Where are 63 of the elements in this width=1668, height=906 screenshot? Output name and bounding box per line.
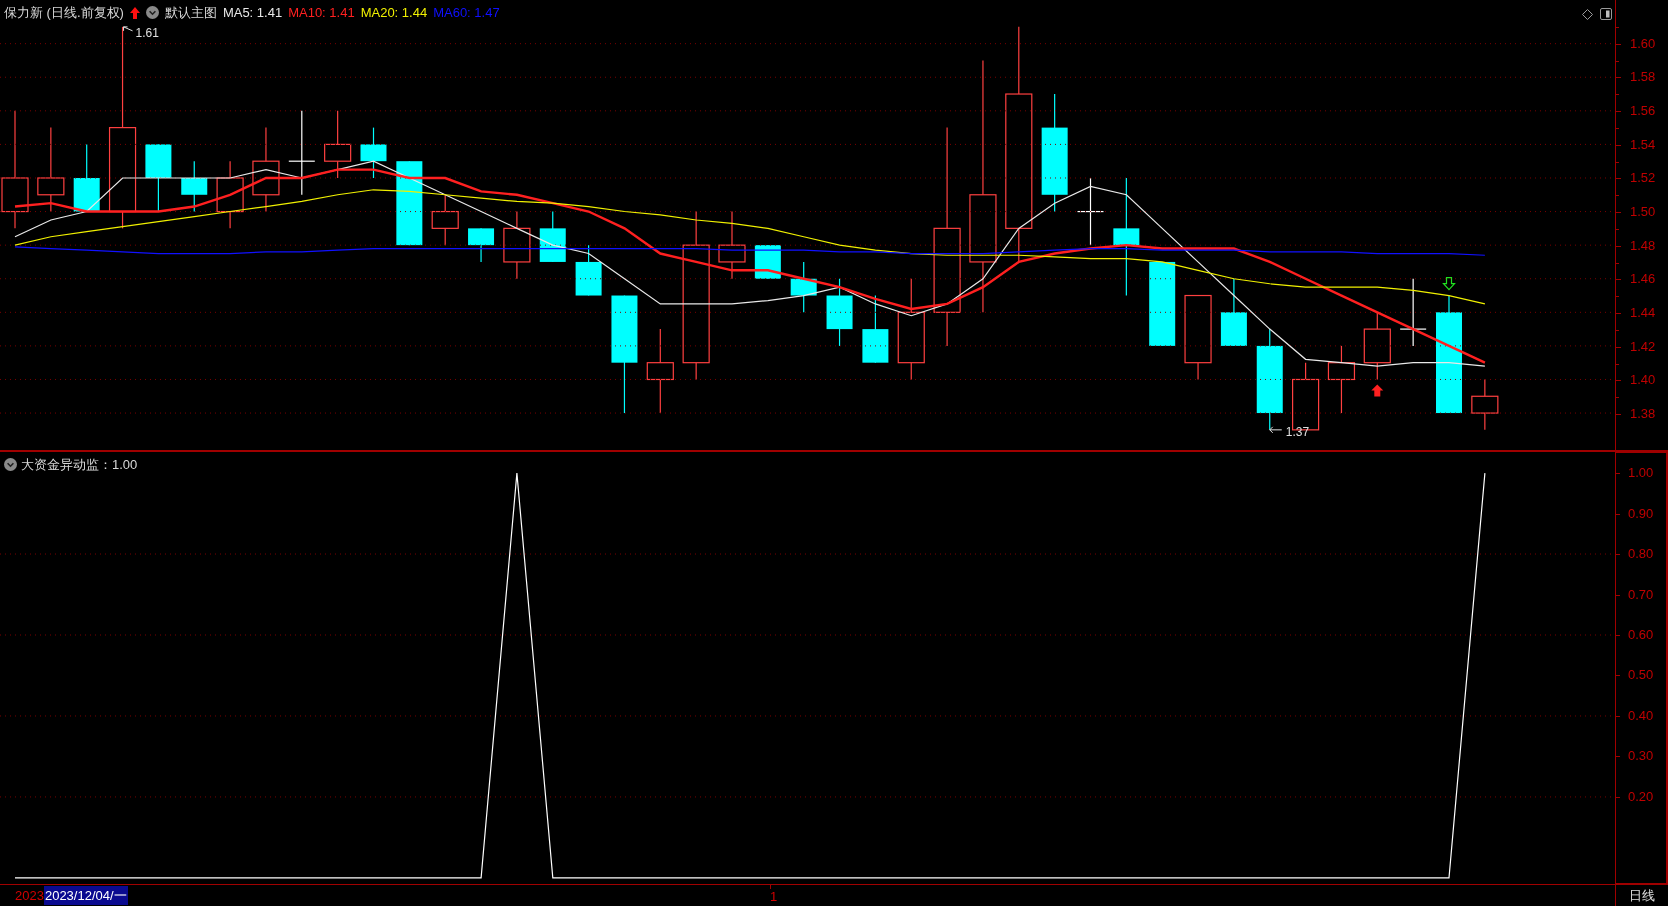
pointer-icon (1269, 426, 1283, 434)
legend-item: MA60: 1.47 (433, 4, 500, 22)
candlestick (145, 143, 172, 213)
axis-label: 0.90 (1628, 506, 1654, 520)
axis-label: 0.30 (1628, 749, 1654, 763)
candlestick (181, 160, 208, 213)
template-label[interactable]: 默认主图 (164, 3, 217, 23)
candlestick (1327, 345, 1356, 414)
axis-label: 1.38 (1630, 406, 1656, 420)
axis-label: 0.70 (1628, 587, 1654, 601)
up-arrow-icon (1371, 384, 1384, 397)
candlestick (790, 261, 817, 313)
candlestick (826, 278, 853, 347)
axis-label: 1.52 (1630, 171, 1656, 185)
legend-item: MA20: 1.44 (360, 4, 428, 22)
time-axis-label: 1 (770, 888, 778, 906)
candlestick (324, 110, 352, 179)
axis-label: 1.50 (1630, 205, 1656, 219)
axis-label: 0.20 (1628, 789, 1654, 803)
year-label: 2023 (15, 886, 44, 905)
indicator-title: 大资金异动监：1.00 (21, 456, 138, 474)
legend-item: MA10: 1.41 (288, 4, 355, 22)
collapse-icon[interactable] (4, 458, 17, 472)
axis-label: 0.40 (1628, 708, 1654, 722)
cursor-date: 2023/12/04/一 (43, 885, 128, 906)
pointer-icon (123, 26, 134, 32)
candlestick (718, 210, 746, 280)
candlestick (1220, 278, 1247, 347)
candlestick (1399, 278, 1427, 347)
candlestick (862, 294, 889, 364)
down-arrow-icon (1442, 276, 1456, 291)
candlestick (360, 127, 387, 179)
axis-label: 1.60 (1630, 36, 1656, 50)
diamond-icon[interactable] (1582, 9, 1593, 20)
price-annotation: 1.61 (135, 25, 159, 40)
axis-label: 1.44 (1630, 306, 1656, 319)
candlestick (468, 227, 495, 263)
axis-label: 1.42 (1630, 339, 1656, 353)
candlestick (73, 143, 100, 213)
axis-label: 1.40 (1630, 373, 1656, 387)
collapse-icon[interactable] (145, 6, 159, 20)
candlestick (216, 160, 244, 229)
axis-label: 1.54 (1630, 137, 1656, 151)
candlestick (1076, 177, 1105, 246)
axis-label: 0.50 (1628, 668, 1654, 682)
axis-label: 1.58 (1630, 70, 1656, 84)
candlestick (431, 194, 459, 246)
candlestick (575, 244, 602, 297)
candlestick (1363, 311, 1391, 381)
up-arrow-icon (129, 6, 140, 19)
axis-label: 1.00 (1628, 466, 1654, 480)
candlestick (539, 210, 566, 263)
axis-label: 1.56 (1630, 104, 1656, 118)
axis-label: 0.60 (1628, 628, 1654, 641)
period-label[interactable]: 日线 (1629, 885, 1655, 906)
axis-label: 0.80 (1628, 547, 1654, 560)
chart-title: 保力新 (日线.前复权) (4, 4, 124, 22)
candlestick (1471, 378, 1499, 431)
candlestick (503, 210, 531, 280)
legend-item: MA5: 1.41 (222, 4, 283, 22)
panel-icon[interactable] (1600, 8, 1612, 20)
axis-label: 1.46 (1630, 272, 1656, 286)
axis-label: 1.48 (1630, 238, 1656, 252)
